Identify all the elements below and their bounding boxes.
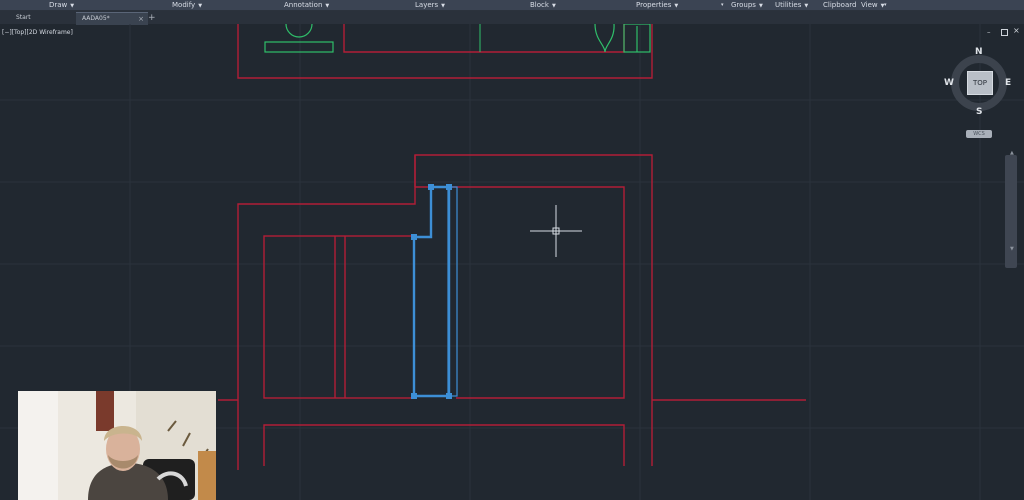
ribbon-label: Clipboard	[823, 1, 857, 9]
viewcube[interactable]: TOP N S E W	[944, 47, 1012, 117]
tab-label: AADA05*	[82, 15, 110, 22]
ribbon-clipboard-menu[interactable]: Clipboard	[823, 0, 856, 10]
ribbon-groups-menu[interactable]: Groups ▼	[731, 0, 763, 10]
ribbon-label: Block	[530, 1, 549, 9]
compass-south[interactable]: S	[976, 107, 982, 117]
ribbon-annotation-menu[interactable]: Annotation ▼	[284, 0, 329, 10]
chevron-down-icon: ▼	[758, 3, 763, 9]
room-walls	[218, 154, 806, 470]
ribbon-label: Annotation	[284, 1, 323, 9]
ribbon-panel-bar: Draw ▼ Modify ▼ Annotation ▼ Layers ▼ Block ▼…	[0, 0, 1024, 11]
chevron-down-icon: ▼	[325, 3, 330, 9]
viewport-minimize-icon[interactable]: –	[987, 28, 991, 36]
ribbon-block-menu[interactable]: Block ▼	[530, 0, 556, 10]
selected-wall-polyline[interactable]	[412, 185, 458, 398]
ribbon-draw-menu[interactable]: Draw ▼	[49, 0, 74, 10]
crosshair-cursor-icon	[530, 205, 582, 257]
ribbon-view-menu[interactable]: View ▼	[861, 0, 884, 10]
compass-east[interactable]: E	[1005, 78, 1011, 88]
chevron-down-icon: ▼	[198, 3, 203, 9]
ribbon-label: View	[861, 1, 878, 9]
ribbon-label: Utilities	[775, 1, 802, 9]
presenter-video-image	[18, 391, 216, 500]
chevron-down-icon: ▼	[804, 3, 809, 9]
tab-start[interactable]: Start	[10, 12, 71, 24]
ribbon-label: Groups	[731, 1, 756, 9]
ribbon-label: Modify	[172, 1, 196, 9]
viewport-close-icon[interactable]: ×	[1013, 26, 1020, 35]
chevron-down-icon: ▼	[441, 3, 446, 9]
ribbon-properties-menu[interactable]: Properties ▼	[636, 0, 678, 10]
upper-furniture	[264, 24, 651, 53]
viewcube-top-face[interactable]: TOP	[967, 71, 993, 95]
chevron-down-icon: ▼	[551, 3, 556, 9]
ribbon-modify-menu[interactable]: Modify ▼	[172, 0, 202, 10]
viewport-controls-label[interactable]: [−][Top][2D Wireframe]	[2, 29, 73, 36]
webcam-overlay	[18, 391, 216, 500]
tab-label: Start	[16, 14, 31, 21]
ribbon-label: Layers	[415, 1, 439, 9]
ribbon-expand-icon[interactable]: ▾	[721, 0, 724, 10]
chevron-down-icon[interactable]: ▼	[1010, 246, 1014, 252]
compass-west[interactable]: W	[944, 78, 954, 88]
compass-north[interactable]: N	[975, 47, 983, 57]
wcs-menu[interactable]: WCS	[966, 130, 992, 138]
new-tab-button[interactable]: +	[148, 12, 156, 24]
viewport-restore-icon[interactable]	[1001, 29, 1008, 36]
ribbon-label: Properties	[636, 1, 672, 9]
chevron-up-icon[interactable]: ▲	[1010, 150, 1014, 156]
ribbon-utilities-menu[interactable]: Utilities ▼	[775, 0, 808, 10]
chevron-down-icon: ▼	[70, 3, 75, 9]
ribbon-layers-menu[interactable]: Layers ▼	[415, 0, 445, 10]
ribbon-expand-icon[interactable]: ▾	[884, 0, 887, 10]
chevron-down-icon: ▼	[674, 3, 679, 9]
ribbon-label: Draw	[49, 1, 68, 9]
